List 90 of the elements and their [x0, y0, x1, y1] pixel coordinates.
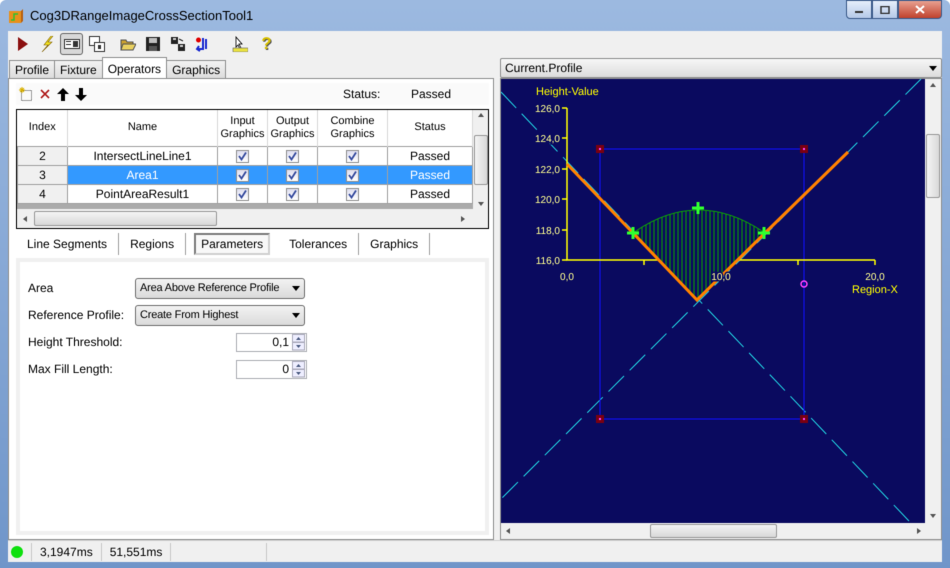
table-cell: Passed: [410, 186, 450, 200]
window-button[interactable]: [60, 33, 83, 55]
tab[interactable]: Tolerances: [278, 233, 360, 255]
windows-icon: [88, 36, 104, 52]
dropdown[interactable]: Create From Highest: [135, 304, 305, 326]
tick-label: 126,0: [534, 104, 560, 115]
tick-label: 120,0: [534, 195, 560, 206]
tick-label: 116,0: [536, 256, 560, 267]
checkbox[interactable]: [346, 188, 359, 201]
table-cell: Passed: [410, 168, 450, 182]
scrollbar-thumb[interactable]: [34, 211, 217, 226]
window-title: Cog3DRangeImageCrossSectionTool1: [30, 6, 254, 25]
vertical-scrollbar[interactable]: [473, 110, 488, 209]
status-value: Passed: [411, 86, 452, 103]
column-header: Status: [414, 121, 446, 134]
cross-marker-icon: [690, 200, 706, 216]
column-header: Name: [128, 121, 158, 134]
checkbox[interactable]: [236, 150, 249, 163]
field-label: Max Fill Length:: [28, 361, 114, 378]
tick-label: 122,0: [534, 165, 560, 176]
handle-icon: [800, 145, 808, 153]
status-text: 3,1947ms: [40, 544, 93, 558]
axis-title: Region-X: [852, 284, 898, 296]
tick-label: 118,0: [536, 226, 560, 237]
handle-icon: [596, 415, 604, 423]
tab[interactable]: Graphics: [359, 233, 430, 255]
checkbox[interactable]: [346, 150, 359, 163]
dropdown[interactable]: Area Above Reference Profile: [135, 278, 305, 298]
point-marker-icon: [800, 280, 808, 288]
new-icon[interactable]: [19, 87, 33, 101]
pointer-ruler-icon: [232, 36, 248, 52]
up-arrow-icon[interactable]: [57, 88, 69, 100]
horizontal-scrollbar[interactable]: [17, 209, 488, 228]
tab[interactable]: Graphics: [166, 60, 226, 78]
tick-label: 0,0: [560, 272, 574, 283]
checkbox[interactable]: [346, 168, 359, 182]
table-row[interactable]: 3 Area1 Passed: [18, 165, 472, 184]
caret-icon: [292, 286, 300, 290]
tick-label: 20,0: [865, 272, 885, 283]
table-cell: IntersectLineLine1: [93, 148, 192, 162]
maximize-button[interactable]: [872, 0, 898, 19]
checkbox[interactable]: [236, 188, 249, 201]
down-arrow-icon[interactable]: [75, 88, 87, 100]
scrollbar-thumb[interactable]: [926, 134, 940, 198]
cross-marker-icon: [756, 226, 772, 240]
column-header: Combine Graphics: [330, 114, 375, 140]
caret-icon: [929, 66, 937, 70]
delete-icon[interactable]: [39, 88, 51, 100]
column-header: Output Graphics: [270, 114, 315, 140]
field-label: Area: [28, 280, 54, 297]
row-index: 3: [39, 168, 46, 182]
tab[interactable]: Parameters: [194, 233, 270, 255]
checkbox[interactable]: [286, 188, 299, 201]
checkbox[interactable]: [286, 150, 299, 163]
checkbox[interactable]: [286, 168, 299, 182]
minimize-button[interactable]: [846, 0, 872, 19]
cross-marker-icon: [626, 226, 640, 240]
save-multiple-icon: [170, 36, 186, 52]
status-text: 51,551ms: [110, 544, 162, 558]
scrollbar-thumb[interactable]: [474, 134, 488, 184]
table-row[interactable]: 4 PointAreaResult1 Passed: [18, 184, 472, 203]
tab[interactable]: Profile: [9, 60, 56, 78]
scrollbar-thumb[interactable]: [650, 524, 777, 538]
field-label: Height Threshold:: [28, 334, 124, 351]
table-row[interactable]: 2 IntersectLineLine1 Passed: [18, 146, 472, 165]
axis-title: Height-Value: [536, 86, 599, 98]
window-icon: [64, 36, 80, 52]
tab[interactable]: Fixture: [54, 60, 103, 78]
tab[interactable]: Regions: [119, 233, 186, 255]
view-selector[interactable]: Current.Profile: [500, 58, 942, 78]
handle-icon: [800, 415, 808, 423]
column-header: Input Graphics: [220, 114, 265, 140]
caret-icon: [292, 312, 300, 318]
row-index: 4: [39, 186, 46, 200]
handle-icon: [596, 145, 604, 153]
app-icon: [8, 8, 24, 24]
status-label: Status:: [343, 86, 382, 103]
save-icon: [144, 36, 160, 52]
field-label: Reference Profile:: [28, 307, 126, 324]
close-icon: [915, 5, 925, 14]
table-cell: Area1: [126, 168, 159, 182]
column-header: Index: [28, 121, 56, 134]
table-cell: Passed: [410, 148, 450, 162]
table-cell: PointAreaResult1: [96, 186, 190, 200]
tab[interactable]: Line Segments: [16, 233, 120, 255]
tab[interactable]: Operators: [102, 57, 168, 78]
close-button[interactable]: [898, 0, 942, 19]
maximize-icon: [880, 6, 890, 14]
row-index: 2: [39, 148, 46, 162]
checkbox[interactable]: [236, 168, 249, 182]
